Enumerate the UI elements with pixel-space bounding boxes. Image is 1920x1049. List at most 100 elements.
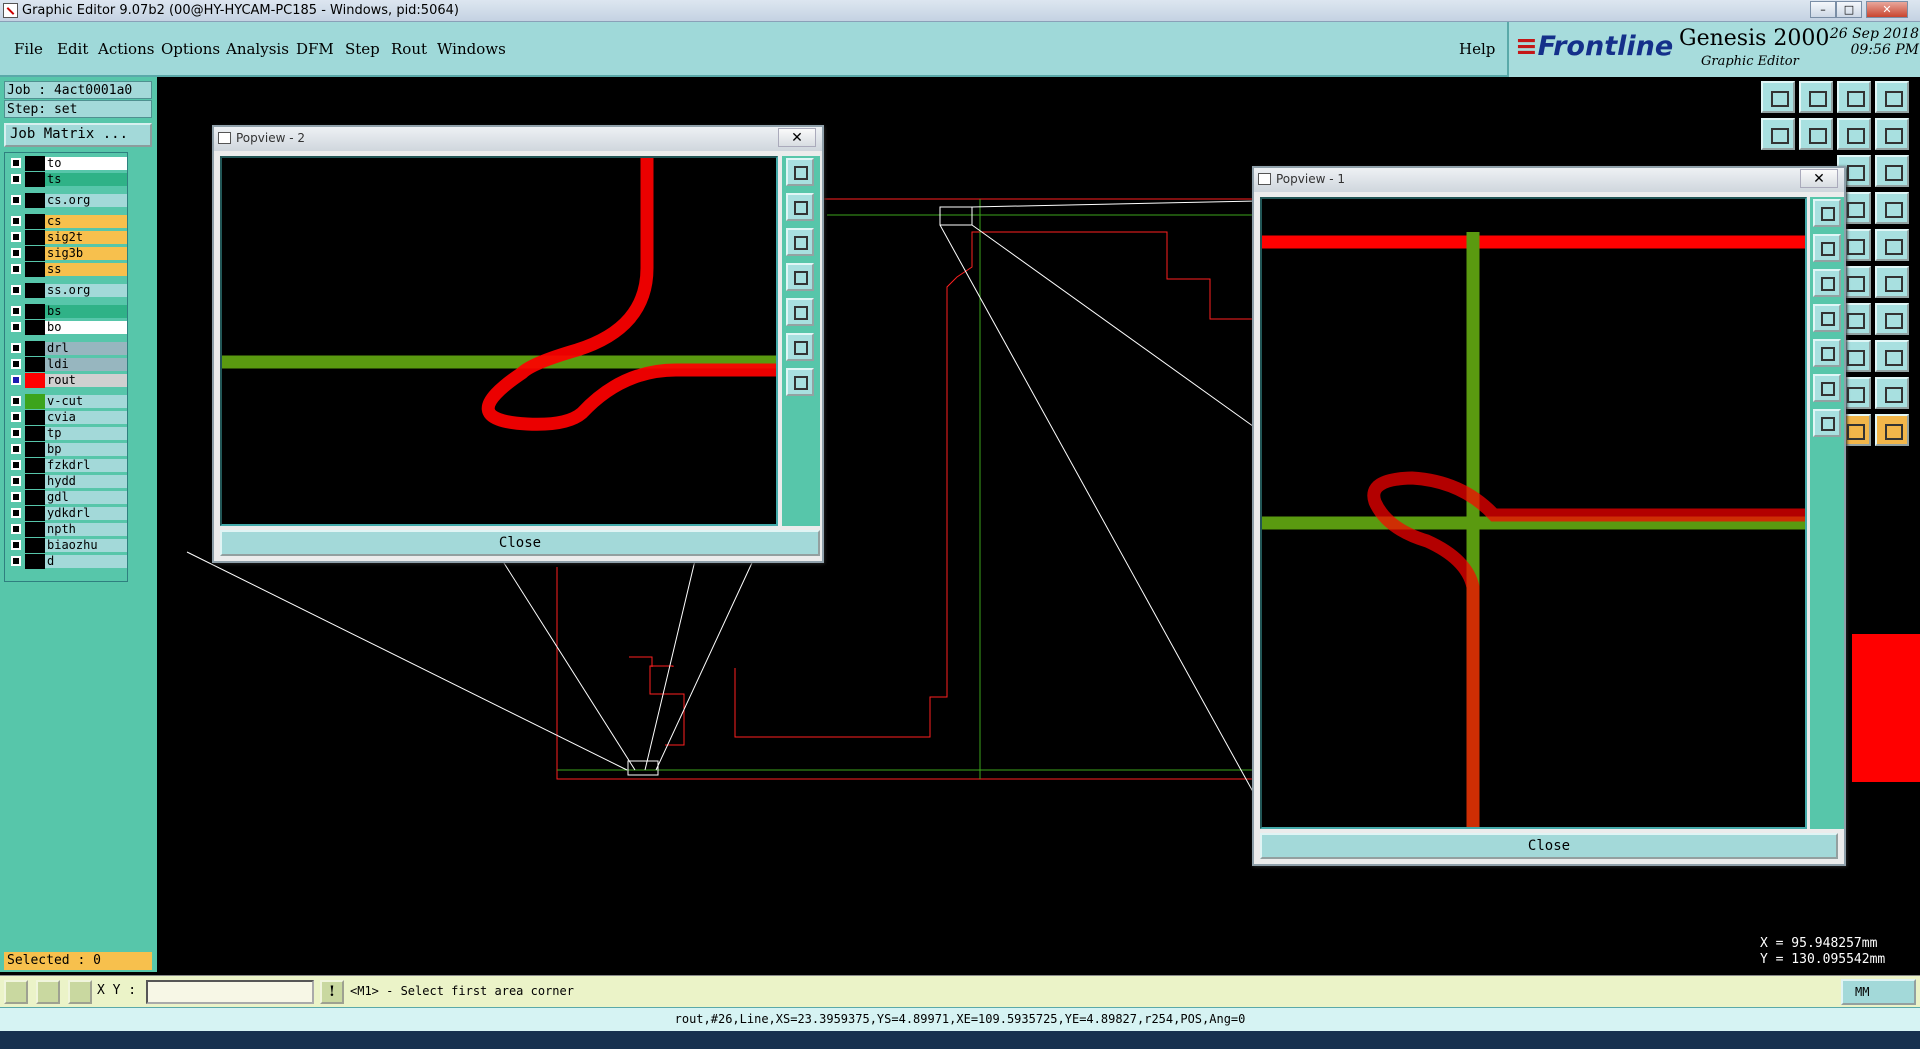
layer-item-drl[interactable]: drl <box>7 341 127 356</box>
popview-tool-button[interactable] <box>786 368 814 396</box>
snap-icon[interactable] <box>36 980 60 1004</box>
menu-edit[interactable]: Edit <box>57 40 88 58</box>
layer-checkbox[interactable] <box>11 428 21 438</box>
popview-2-canvas[interactable] <box>220 156 778 526</box>
layer-item-cvia[interactable]: cvia <box>7 410 127 425</box>
tool-button[interactable] <box>1761 81 1795 113</box>
grid-icon[interactable] <box>68 980 92 1004</box>
popview-tool-button[interactable] <box>1813 304 1841 332</box>
tool-button[interactable] <box>1875 414 1909 446</box>
popview-tool-button[interactable] <box>786 158 814 186</box>
layer-checkbox[interactable] <box>11 232 21 242</box>
tool-button[interactable] <box>1875 81 1909 113</box>
popview-tool-button[interactable] <box>786 333 814 361</box>
layer-checkbox[interactable] <box>11 492 21 502</box>
menu-step[interactable]: Step <box>345 40 380 58</box>
layer-checkbox[interactable] <box>11 359 21 369</box>
layer-item-sig3b[interactable]: sig3b <box>7 246 127 261</box>
tool-button[interactable] <box>1799 118 1833 150</box>
menu-help[interactable]: Help <box>1459 40 1495 58</box>
tool-button[interactable] <box>1799 81 1833 113</box>
layer-checkbox[interactable] <box>11 524 21 534</box>
layer-item-gdl[interactable]: gdl <box>7 490 127 505</box>
home-icon[interactable] <box>1837 81 1871 113</box>
job-matrix-button[interactable]: Job Matrix ... <box>4 123 152 147</box>
layer-checkbox[interactable] <box>11 174 21 184</box>
layer-item-tp[interactable]: tp <box>7 426 127 441</box>
layer-checkbox[interactable] <box>11 412 21 422</box>
layer-checkbox[interactable] <box>11 343 21 353</box>
layer-item-hydd[interactable]: hydd <box>7 474 127 489</box>
units-selector[interactable]: MM <box>1841 979 1916 1005</box>
menu-rout[interactable]: Rout <box>391 40 427 58</box>
layer-item-bp[interactable]: bp <box>7 442 127 457</box>
layer-checkbox[interactable] <box>11 375 21 385</box>
popview-tool-button[interactable] <box>786 193 814 221</box>
popview-tool-button[interactable] <box>786 263 814 291</box>
menu-analysis[interactable]: Analysis <box>226 40 289 58</box>
layer-checkbox[interactable] <box>11 508 21 518</box>
exclamation-icon[interactable]: ! <box>320 980 344 1004</box>
layer-checkbox[interactable] <box>11 556 21 566</box>
layer-checkbox[interactable] <box>11 248 21 258</box>
layer-checkbox[interactable] <box>11 444 21 454</box>
layer-item-sig2t[interactable]: sig2t <box>7 230 127 245</box>
tool-button[interactable] <box>1875 118 1909 150</box>
layer-item-npth[interactable]: npth <box>7 522 127 537</box>
layer-checkbox[interactable] <box>11 264 21 274</box>
popview-tool-button[interactable] <box>1813 199 1841 227</box>
layer-item-ldi[interactable]: ldi <box>7 357 127 372</box>
menu-file[interactable]: File <box>14 40 43 58</box>
snap-icon[interactable] <box>4 980 28 1004</box>
layer-item-ts[interactable]: ts <box>7 172 127 187</box>
menu-windows[interactable]: Windows <box>437 40 506 58</box>
maximize-button[interactable]: □ <box>1836 1 1862 18</box>
layer-item-d[interactable]: d <box>7 554 127 569</box>
pad-icon[interactable] <box>1875 229 1909 261</box>
tool-button[interactable] <box>1875 340 1909 372</box>
popview-tool-button[interactable] <box>1813 409 1841 437</box>
line-icon[interactable] <box>1875 266 1909 298</box>
popview-1-canvas[interactable] <box>1260 197 1807 829</box>
popview-1-close-x[interactable]: ✕ <box>1800 169 1838 188</box>
popview-tool-button[interactable] <box>786 298 814 326</box>
layer-item-bs[interactable]: bs <box>7 304 127 319</box>
xy-input[interactable] <box>146 980 314 1004</box>
layer-checkbox[interactable] <box>11 540 21 550</box>
tool-button[interactable] <box>1875 377 1909 409</box>
layer-checkbox[interactable] <box>11 306 21 316</box>
layer-item-bo[interactable]: bo <box>7 320 127 335</box>
close-window-button[interactable]: ✕ <box>1866 1 1908 18</box>
layer-checkbox[interactable] <box>11 460 21 470</box>
popview-tool-button[interactable] <box>1813 269 1841 297</box>
layer-item-fzkdrl[interactable]: fzkdrl <box>7 458 127 473</box>
layer-item-ss-org[interactable]: ss.org <box>7 283 127 298</box>
layer-item-ydkdrl[interactable]: ydkdrl <box>7 506 127 521</box>
popview-tool-button[interactable] <box>786 228 814 256</box>
popview-tool-button[interactable] <box>1813 234 1841 262</box>
layer-checkbox[interactable] <box>11 285 21 295</box>
popview-tool-button[interactable] <box>1813 339 1841 367</box>
menu-actions[interactable]: Actions <box>98 40 154 58</box>
layer-item-to[interactable]: to <box>7 156 127 171</box>
layer-checkbox[interactable] <box>11 322 21 332</box>
tool-button[interactable] <box>1837 118 1871 150</box>
layer-checkbox[interactable] <box>11 195 21 205</box>
popview-tool-button[interactable] <box>1813 374 1841 402</box>
popview-2-close-button[interactable]: Close <box>220 530 820 556</box>
menu-options[interactable]: Options <box>161 40 220 58</box>
minimize-button[interactable]: – <box>1810 1 1836 18</box>
layer-checkbox[interactable] <box>11 158 21 168</box>
layer-item-rout[interactable]: rout <box>7 373 127 388</box>
layer-item-cs[interactable]: cs <box>7 214 127 229</box>
layer-item-ss[interactable]: ss <box>7 262 127 277</box>
layer-checkbox[interactable] <box>11 216 21 226</box>
layer-item-v-cut[interactable]: v-cut <box>7 394 127 409</box>
tool-button[interactable] <box>1875 303 1909 335</box>
menu-dfm[interactable]: DFM <box>296 40 334 58</box>
layer-item-cs-org[interactable]: cs.org <box>7 193 127 208</box>
layer-item-biaozhu[interactable]: biaozhu <box>7 538 127 553</box>
layer-checkbox[interactable] <box>11 476 21 486</box>
popview-1-close-button[interactable]: Close <box>1260 833 1838 859</box>
popview-2-close-x[interactable]: ✕ <box>778 128 816 147</box>
